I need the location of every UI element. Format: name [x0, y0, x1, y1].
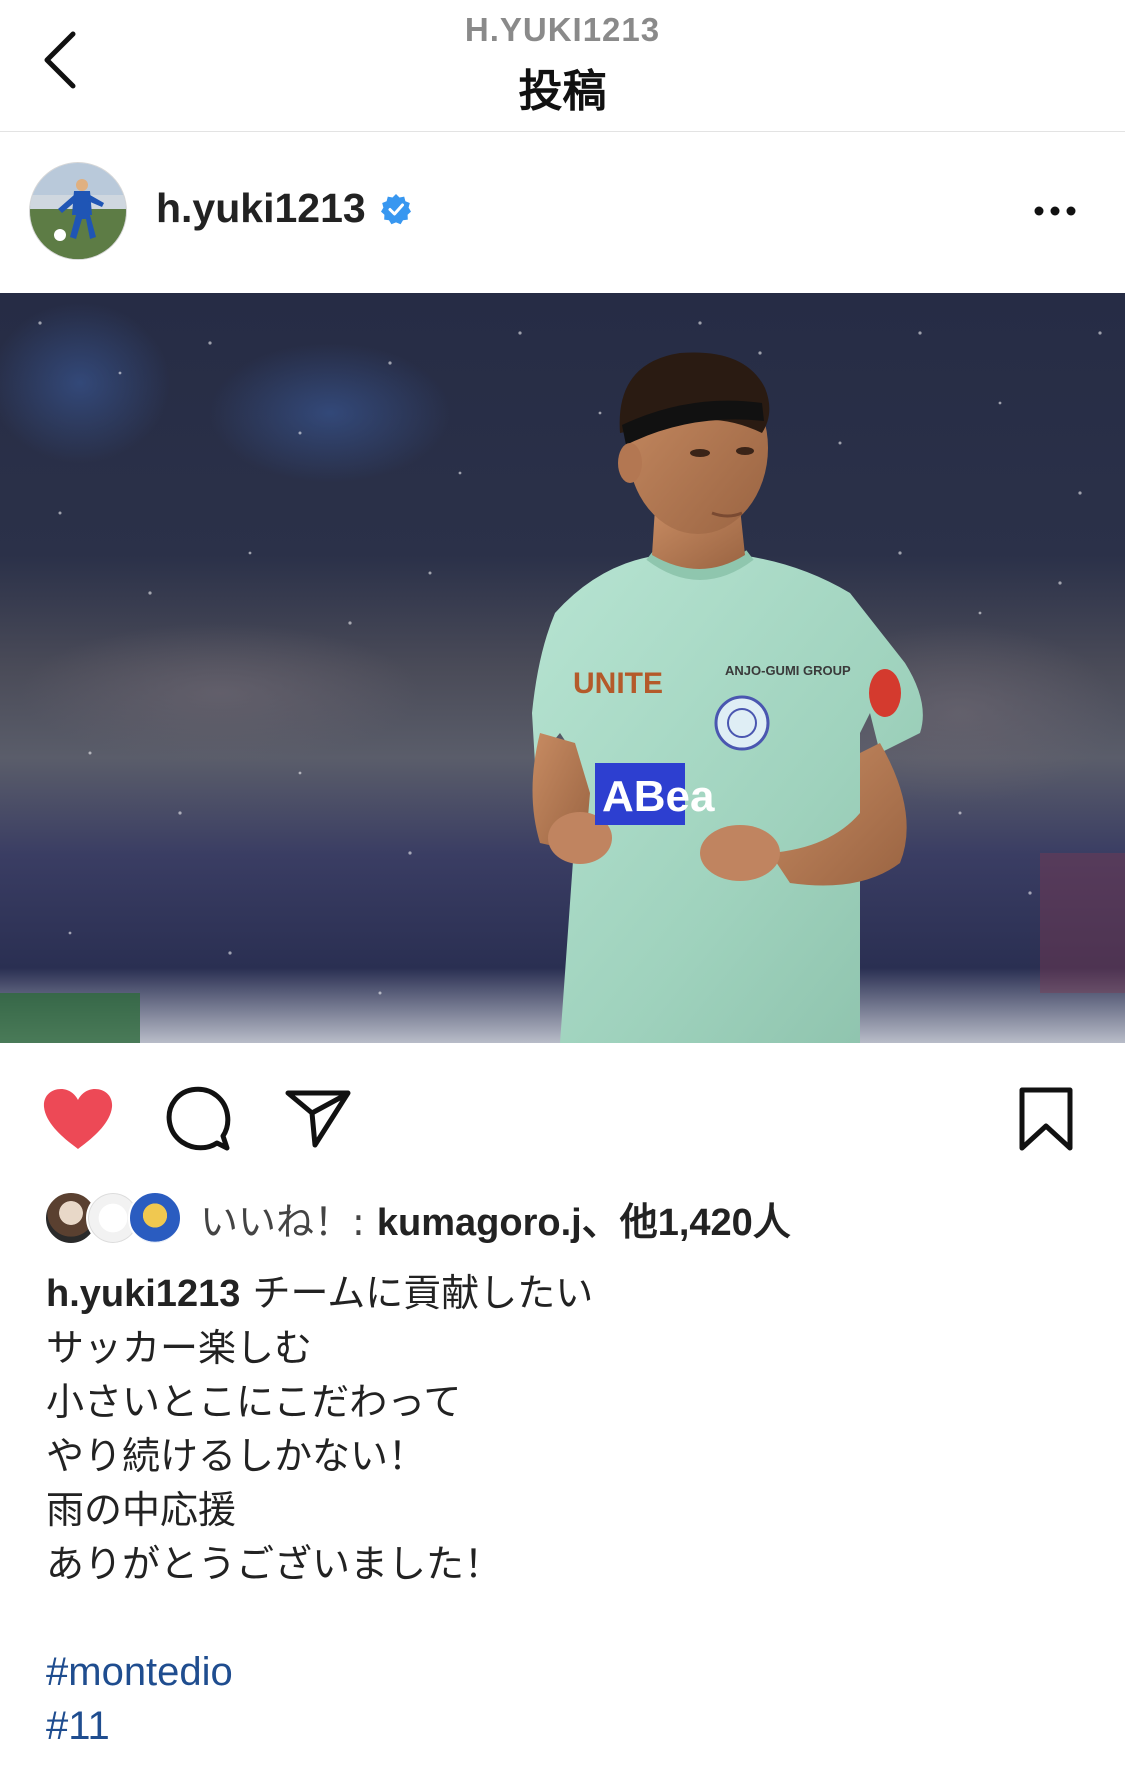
- jersey-brand-text: UNITE: [573, 667, 663, 700]
- post-username[interactable]: h.yuki1213: [156, 185, 366, 232]
- likes-count[interactable]: kumagoro.j、他1,420人: [377, 1202, 791, 1244]
- post-action-bar: [0, 1043, 1125, 1183]
- jersey-group-text: ANJO-GUMI GROUP: [725, 663, 851, 678]
- likes-prefix: いいね！:: [200, 1199, 377, 1244]
- page-title: 投稿: [518, 66, 607, 117]
- send-icon: [285, 1089, 351, 1153]
- post-caption: h.yuki1213 チームに貢献したい サッカー楽しむ 小さいとこにこだわって…: [46, 1266, 1086, 1753]
- comment-icon: [165, 1086, 231, 1156]
- verified-badge-icon: [380, 193, 412, 225]
- likes-summary[interactable]: いいね！: kumagoro.j、他1,420人: [44, 1190, 791, 1246]
- comment-button[interactable]: [160, 1083, 236, 1159]
- save-button[interactable]: [1008, 1083, 1084, 1159]
- hashtag-link[interactable]: #11: [46, 1699, 1086, 1753]
- liker-avatar: [128, 1191, 182, 1245]
- post-photo[interactable]: ABea UNITE ANJO-GUMI GROUP: [0, 293, 1125, 1043]
- avatar[interactable]: [30, 163, 126, 259]
- nav-subtitle: H.YUKI1213: [464, 11, 661, 48]
- caption-username[interactable]: h.yuki1213: [46, 1273, 240, 1315]
- caption-line: 小さいとこにこだわって: [46, 1380, 462, 1424]
- hashtag-link[interactable]: #montedio: [46, 1645, 1086, 1699]
- jersey-sponsor-text: ABea: [602, 772, 715, 821]
- heart-filled-icon: [42, 1087, 114, 1155]
- caption-line: ありがとうございました！: [46, 1542, 503, 1586]
- share-button[interactable]: [280, 1083, 356, 1159]
- caption-line: サッカー楽しむ: [46, 1326, 313, 1370]
- caption-line: h.yuki1213 チームに貢献したい: [46, 1266, 1086, 1321]
- more-options-button[interactable]: [1025, 189, 1085, 233]
- caption-text: チームに貢献したい: [252, 1271, 594, 1315]
- bookmark-icon: [1018, 1086, 1074, 1156]
- caption-line: やり続けるしかない！: [46, 1434, 427, 1478]
- more-horizontal-icon: [1033, 202, 1077, 221]
- caption-line: 雨の中応援: [46, 1488, 237, 1532]
- like-button[interactable]: [40, 1083, 116, 1159]
- likes-text[interactable]: いいね！: kumagoro.j、他1,420人: [200, 1191, 791, 1246]
- top-navigation-bar: H.YUKI1213 投稿: [0, 0, 1125, 132]
- post-author[interactable]: h.yuki1213: [156, 185, 412, 232]
- liker-avatars: [44, 1191, 182, 1245]
- post-header: h.yuki1213: [0, 133, 1125, 293]
